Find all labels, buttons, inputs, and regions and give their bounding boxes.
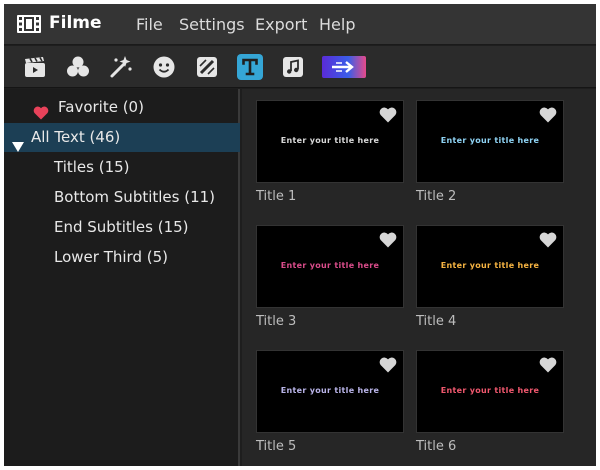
toolbar (4, 46, 596, 88)
title-card-label: Title 3 (256, 314, 297, 329)
menu-bar: Filme File Settings Export Help (4, 4, 596, 45)
film-logo-icon (17, 13, 41, 35)
favorite-heart-icon[interactable] (539, 357, 557, 373)
title-thumbnail[interactable]: Enter your title here (416, 100, 564, 183)
title-preview-text: Enter your title here (280, 386, 380, 395)
title-card-label: Title 2 (416, 189, 457, 204)
title-preview-text: Enter your title here (440, 136, 540, 145)
menu-export[interactable]: Export (255, 15, 307, 34)
category-label: All Text (46) (31, 128, 121, 146)
title-card-label: Title 1 (256, 189, 297, 204)
category-label: End Subtitles (15) (54, 218, 189, 236)
title-grid: Enter your title here Title 1 Enter your… (242, 89, 596, 466)
category-lower-third[interactable]: Lower Third (5) (4, 243, 240, 272)
title-thumbnail[interactable]: Enter your title here (256, 225, 404, 308)
category-bottom-subtitles[interactable]: Bottom Subtitles (11) (4, 183, 240, 212)
favorite-heart-icon[interactable] (379, 357, 397, 373)
title-thumbnail[interactable]: Enter your title here (256, 100, 404, 183)
stickers-icon[interactable] (151, 54, 177, 80)
category-label: Bottom Subtitles (11) (54, 188, 216, 206)
menu-file[interactable]: File (136, 15, 163, 34)
promo-icon[interactable] (322, 54, 366, 80)
title-preview-text: Enter your title here (440, 386, 540, 395)
menu-help[interactable]: Help (319, 15, 355, 34)
text-icon[interactable] (237, 54, 263, 80)
menu-settings[interactable]: Settings (179, 15, 245, 34)
favorite-heart-icon[interactable] (379, 107, 397, 123)
category-all-text[interactable]: All Text (46) (4, 123, 240, 152)
triangle-down-icon[interactable] (12, 133, 24, 152)
app-title: Filme (49, 13, 102, 33)
title-card-label: Title 6 (416, 439, 457, 454)
title-preview-text: Enter your title here (440, 261, 540, 270)
title-thumbnail[interactable]: Enter your title here (416, 225, 564, 308)
filters-icon[interactable] (194, 54, 220, 80)
media-icon[interactable] (22, 54, 48, 80)
category-titles[interactable]: Titles (15) (4, 153, 240, 182)
title-card-label: Title 4 (416, 314, 457, 329)
effects-icon[interactable] (65, 54, 91, 80)
music-icon[interactable] (280, 54, 306, 80)
category-label: Lower Third (5) (54, 248, 168, 266)
heart-icon (33, 101, 49, 120)
app-window: Filme File Settings Export Help Favorite… (4, 4, 596, 466)
title-thumbnail[interactable]: Enter your title here (256, 350, 404, 433)
title-thumbnail[interactable]: Enter your title here (416, 350, 564, 433)
title-preview-text: Enter your title here (280, 261, 380, 270)
title-card-label: Title 5 (256, 439, 297, 454)
category-end-subtitles[interactable]: End Subtitles (15) (4, 213, 240, 242)
category-label: Favorite (0) (58, 98, 144, 116)
favorite-heart-icon[interactable] (539, 232, 557, 248)
category-sidebar: Favorite (0) All Text (46) Titles (15) B… (4, 89, 240, 466)
category-label: Titles (15) (54, 158, 130, 176)
category-favorite[interactable]: Favorite (0) (4, 93, 240, 122)
favorite-heart-icon[interactable] (379, 232, 397, 248)
favorite-heart-icon[interactable] (539, 107, 557, 123)
title-preview-text: Enter your title here (280, 136, 380, 145)
transitions-icon[interactable] (108, 54, 134, 80)
